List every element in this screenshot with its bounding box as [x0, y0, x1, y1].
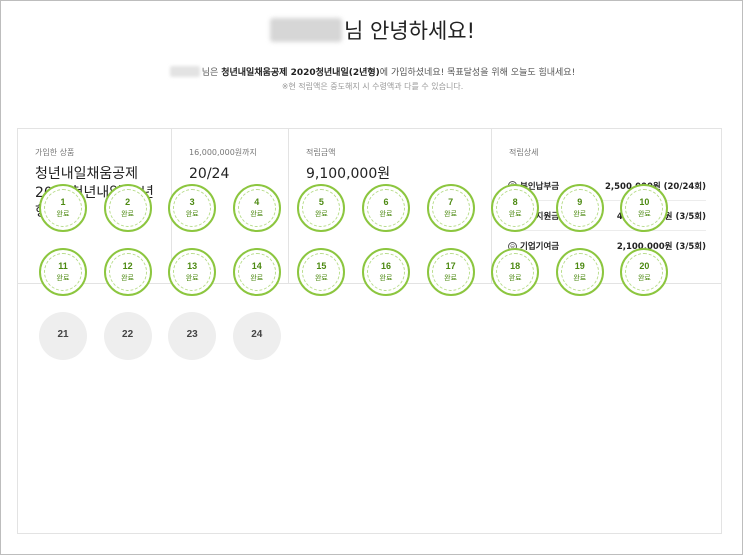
- payment-stamp-status: 완료: [56, 211, 70, 218]
- detail-label: 적립상세: [509, 148, 539, 157]
- payment-stamp-8: 8 완료: [491, 184, 540, 232]
- payment-stamp-status: 완료: [121, 275, 135, 282]
- amount-value: 9,100,000원: [306, 166, 391, 182]
- payment-stamp-status: 완료: [121, 211, 135, 218]
- payment-stamp-number: 7: [448, 197, 454, 207]
- payment-stamp-status: 완료: [444, 211, 458, 218]
- payment-stamp-24: 24: [232, 312, 281, 360]
- payment-stamp-number: 10: [639, 197, 650, 207]
- payment-stamp-status: 완료: [573, 211, 587, 218]
- payment-stamp-status: 완료: [444, 275, 458, 282]
- amount-label: 적립금액: [306, 148, 336, 157]
- payment-stamp-9: 9 완료: [555, 184, 604, 232]
- notice-text: ※현 적립액은 중도해지 시 수령액과 다를 수 있습니다.: [281, 82, 464, 91]
- payment-stamp-number: 23: [186, 329, 198, 340]
- payment-stamp-number: 6: [383, 197, 389, 207]
- payment-stamp-21: 21: [39, 312, 87, 360]
- payment-stamp-status: 완료: [637, 275, 651, 282]
- payment-stamp-number: 15: [316, 261, 327, 271]
- payment-stamp-3: 3 완료: [168, 184, 217, 232]
- payment-stamp-status: 완료: [185, 211, 199, 218]
- payment-stamp-11: 11 완료: [39, 248, 87, 296]
- payment-stamp-17: 17 완료: [426, 248, 475, 296]
- payment-stamp-status: 완료: [508, 275, 522, 282]
- payment-stamp-status: 완료: [314, 275, 328, 282]
- payment-stamp-2: 2 완료: [103, 184, 152, 232]
- payment-stamp-18: 18 완료: [491, 248, 540, 296]
- payment-stamp-status: 완료: [637, 211, 651, 218]
- greeting-title: 님 안녕하세요!: [1, 15, 743, 45]
- payment-stamp-number: 11: [58, 261, 68, 271]
- payment-stamp-number: 12: [122, 261, 133, 271]
- payment-stamp-19: 19 완료: [555, 248, 604, 296]
- product-name-bold: 청년내일채움공제 2020청년내일(2년형): [221, 68, 380, 78]
- payment-stamp-number: 17: [445, 261, 456, 271]
- blurred-user-name: [269, 18, 342, 42]
- payment-stamp-number: 22: [122, 329, 134, 340]
- blurred-user-name-small: [169, 66, 200, 77]
- subscription-message: 님은 청년내일채움공제 2020청년내일(2년형)에 가입하셨네요! 목표달성을…: [1, 65, 743, 78]
- payment-stamp-23: 23: [168, 312, 217, 360]
- detail-list: ⊖ 본인납부금 2,500,000원 (20/24회) ⊖ 취업지원금 4,50…: [508, 171, 706, 261]
- count-value: 20/24: [189, 166, 230, 182]
- payment-stamp-16: 16 완료: [362, 248, 410, 296]
- payment-stamp-7: 7 완료: [426, 184, 475, 232]
- payment-stamp-number: 3: [189, 197, 195, 207]
- detail-item-amount: 2,100,000원 (3/5회): [616, 242, 706, 252]
- payment-stamp-status: 완료: [314, 211, 328, 218]
- payment-stamp-number: 16: [380, 261, 391, 271]
- payment-stamp-number: 9: [577, 197, 583, 207]
- payment-stamp-status: 완료: [250, 275, 264, 282]
- payment-stamp-4: 4 완료: [232, 184, 281, 232]
- payment-stamp-number: 4: [254, 197, 260, 207]
- payment-stamp-6: 6 완료: [362, 184, 410, 232]
- detail-item-company-contribution: ⊖ 기업기여금 2,100,000원 (3/5회): [508, 231, 706, 261]
- payment-stamp-number: 18: [510, 261, 521, 271]
- payment-stamp-number: 14: [251, 261, 262, 271]
- page-frame: 님 안녕하세요! 님은 청년내일채움공제 2020청년내일(2년형)에 가입하셨…: [0, 0, 743, 555]
- product-label: 가입한 상품: [35, 148, 75, 157]
- payment-stamp-number: 13: [187, 261, 198, 271]
- detail-item-self-payment: ⊖ 본인납부금 2,500,000원 (20/24회): [508, 171, 706, 201]
- payment-stamp-13: 13 완료: [168, 248, 217, 296]
- payment-stamp-14: 14 완료: [232, 248, 281, 296]
- payment-stamp-number: 21: [57, 329, 69, 340]
- payment-stamp-status: 완료: [379, 275, 393, 282]
- payment-stamp-status: 완료: [573, 275, 587, 282]
- greeting-text: 님 안녕하세요!: [343, 19, 475, 43]
- payment-stamp-number: 20: [639, 261, 650, 271]
- payment-stamp-22: 22: [103, 312, 152, 360]
- payment-stamp-number: 5: [318, 197, 324, 207]
- payment-stamp-number: 19: [574, 261, 585, 271]
- payment-stamp-status: 완료: [379, 211, 393, 218]
- count-label: 16,000,000원까지: [189, 148, 257, 157]
- payment-stamp-status: 완료: [185, 275, 199, 282]
- payment-stamp-number: 8: [512, 197, 518, 207]
- payment-stamp-number: 1: [60, 197, 66, 207]
- payment-stamp-status: 완료: [56, 275, 70, 282]
- payment-stamp-12: 12 완료: [103, 248, 152, 296]
- payment-stamp-status: 완료: [508, 211, 522, 218]
- payment-stamp-number: 2: [125, 197, 131, 207]
- payment-stamp-1: 1 완료: [39, 184, 87, 232]
- payment-stamp-status: 완료: [250, 211, 264, 218]
- payment-stamp-number: 24: [251, 329, 263, 340]
